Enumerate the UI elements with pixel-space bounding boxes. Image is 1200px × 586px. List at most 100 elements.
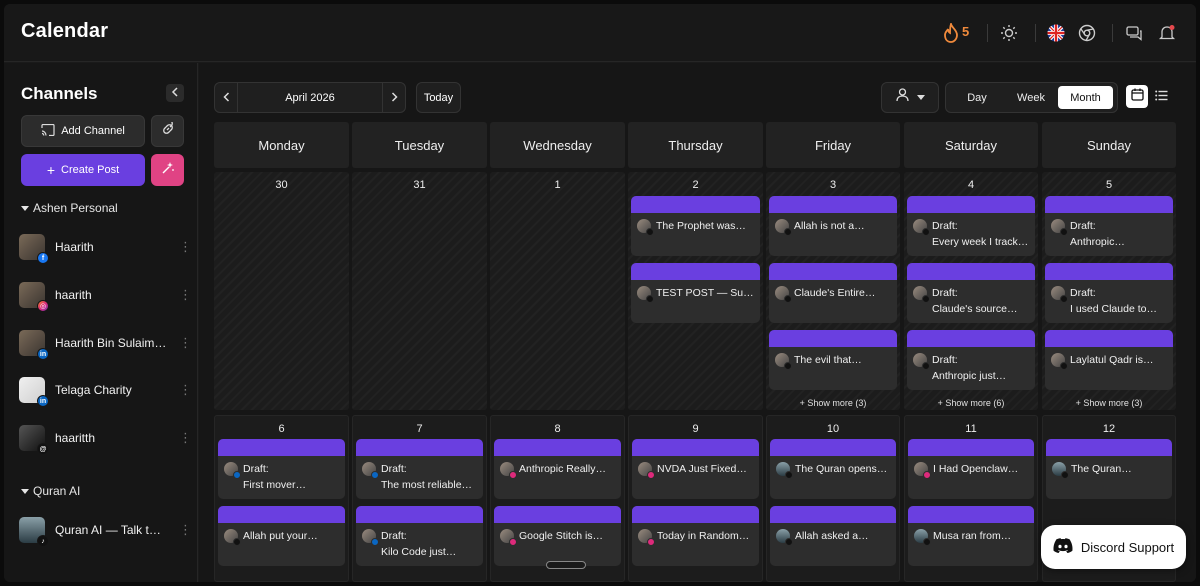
day-cell[interactable]: 6 Draft: First mover… Allah put your… — [214, 415, 349, 582]
post-card[interactable]: Draft: I used Claude to… — [1045, 263, 1173, 323]
list-view-button[interactable] — [1150, 85, 1172, 108]
bell-icon[interactable] — [1156, 22, 1178, 44]
day-cell[interactable]: 11 I Had Openclaw… Musa ran from… — [904, 415, 1038, 582]
post-card[interactable]: Draft: Every week I track… — [907, 196, 1035, 256]
post-card[interactable]: Allah is not a… — [769, 196, 897, 256]
channel-item[interactable]: ◎ haarith ⋮ — [19, 280, 192, 312]
calendar-view-button[interactable] — [1126, 85, 1148, 108]
post-card[interactable]: Draft: The most reliable… — [356, 439, 483, 499]
avatar — [1051, 219, 1068, 236]
view-month-button[interactable]: Month — [1058, 86, 1113, 109]
current-month-label: April 2026 — [237, 83, 383, 112]
post-card[interactable]: Google Stitch is… — [494, 506, 621, 566]
post-card[interactable]: Draft: Anthropic… — [1045, 196, 1173, 256]
more-vertical-icon[interactable]: ⋮ — [179, 240, 192, 253]
day-cell[interactable]: 3 Allah is not a… Claude's Entire… The e… — [766, 172, 900, 410]
weekday-header: Saturday — [904, 122, 1038, 168]
channel-item[interactable]: in Haarith Bin Sulaiman ⋮ — [19, 328, 192, 360]
post-card[interactable]: NVDA Just Fixed… — [632, 439, 759, 499]
show-more-link[interactable]: + Show more (3) — [1042, 398, 1176, 408]
instagram-icon — [509, 471, 517, 479]
post-card[interactable]: Draft: Anthropic just… — [907, 330, 1035, 390]
day-cell[interactable]: 8 Anthropic Really… Google Stitch is… — [490, 415, 625, 582]
create-post-button[interactable]: + Create Post — [21, 154, 145, 186]
post-card[interactable]: TEST POST — Sura… — [631, 263, 760, 323]
chevron-left-icon — [171, 84, 179, 102]
caret-down-icon — [21, 488, 29, 494]
next-month-button[interactable] — [383, 83, 405, 112]
channel-name: Haarith Bin Sulaiman — [55, 336, 167, 350]
channel-item[interactable]: in Telaga Charity ⋮ — [19, 375, 192, 407]
post-status-bar — [770, 506, 896, 523]
more-vertical-icon[interactable]: ⋮ — [179, 336, 192, 349]
day-cell[interactable]: 31 — [352, 172, 487, 410]
tiktok-icon — [233, 538, 241, 546]
scroll-handle[interactable] — [546, 561, 586, 569]
post-card[interactable]: Allah asked a… — [770, 506, 896, 566]
uk-flag-icon[interactable] — [1045, 22, 1067, 44]
post-card[interactable]: Anthropic Really… — [494, 439, 621, 499]
post-card[interactable]: Claude's Entire… — [769, 263, 897, 323]
chat-icon[interactable] — [1123, 22, 1145, 44]
day-cell[interactable]: 7 Draft: The most reliable… Draft: Kilo … — [352, 415, 487, 582]
channel-item[interactable]: f Haarith ⋮ — [19, 232, 192, 264]
group-toggle-quran-ai[interactable]: Quran AI — [21, 484, 80, 498]
post-status-bar — [1045, 263, 1173, 280]
discord-support-button[interactable]: Discord Support — [1041, 525, 1186, 569]
post-status-bar — [769, 263, 897, 280]
more-vertical-icon[interactable]: ⋮ — [179, 431, 192, 444]
post-card[interactable]: The Prophet was… — [631, 196, 760, 256]
sparkle-icon — [161, 161, 175, 180]
avatar — [914, 529, 931, 546]
post-card[interactable]: The Quran… — [1046, 439, 1172, 499]
channel-item[interactable]: ♪ Quran AI — Talk to the Quran ⋮ — [19, 515, 192, 547]
chrome-icon[interactable] — [1076, 22, 1098, 44]
tiktok-icon — [784, 295, 792, 303]
show-more-link[interactable]: + Show more (6) — [904, 398, 1038, 408]
link-button[interactable] — [151, 115, 184, 147]
customer-selector[interactable] — [881, 82, 939, 113]
post-card[interactable]: Draft: Kilo Code just… — [356, 506, 483, 566]
ai-generate-button[interactable] — [151, 154, 184, 186]
add-channel-button[interactable]: Add Channel — [21, 115, 145, 147]
post-card[interactable]: Allah put your… — [218, 506, 345, 566]
tiktok-icon — [922, 362, 930, 370]
post-title: Anthropic Really… — [519, 463, 606, 475]
day-cell[interactable]: 2 The Prophet was… TEST POST — Sura… — [628, 172, 763, 410]
view-week-button[interactable]: Week — [1004, 86, 1058, 109]
chevron-right-icon — [391, 89, 398, 107]
day-cell[interactable]: 30 — [214, 172, 349, 410]
view-day-button[interactable]: Day — [950, 86, 1004, 109]
post-card[interactable]: Today in Random… — [632, 506, 759, 566]
show-more-link[interactable]: + Show more (3) — [766, 398, 900, 408]
chevron-left-icon — [222, 89, 230, 107]
tiktok-icon — [923, 538, 931, 546]
channel-item[interactable]: @ haaritth ⋮ — [19, 423, 192, 455]
more-vertical-icon[interactable]: ⋮ — [179, 523, 192, 536]
post-card[interactable]: Draft: First mover… — [218, 439, 345, 499]
sun-icon[interactable] — [998, 22, 1020, 44]
post-card[interactable]: The evil that… — [769, 330, 897, 390]
post-card[interactable]: I Had Openclaw… — [908, 439, 1034, 499]
day-cell[interactable]: 1 — [490, 172, 625, 410]
day-cell[interactable]: 9 NVDA Just Fixed… Today in Random… — [628, 415, 763, 582]
avatar — [913, 286, 930, 303]
day-cell[interactable]: 5 Draft: Anthropic… Draft: I used Claude… — [1042, 172, 1176, 410]
post-card[interactable]: Musa ran from… — [908, 506, 1034, 566]
day-cell[interactable]: 4 Draft: Every week I track… Draft: Clau… — [904, 172, 1038, 410]
avatar — [500, 462, 517, 479]
flame-icon[interactable] — [940, 22, 962, 44]
more-vertical-icon[interactable]: ⋮ — [179, 288, 192, 301]
day-cell[interactable]: 10 The Quran opens… Allah asked a… — [766, 415, 900, 582]
group-toggle-ashen-personal[interactable]: Ashen Personal — [21, 201, 118, 215]
avatar — [637, 219, 654, 236]
post-card[interactable]: The Quran opens… — [770, 439, 896, 499]
post-status-bar — [770, 439, 896, 456]
post-card[interactable]: Draft: Claude's source… — [907, 263, 1035, 323]
prev-month-button[interactable] — [215, 83, 237, 112]
more-vertical-icon[interactable]: ⋮ — [179, 383, 192, 396]
post-status-bar — [907, 330, 1035, 347]
collapse-sidebar-button[interactable] — [166, 84, 184, 102]
post-card[interactable]: Laylatul Qadr is… — [1045, 330, 1173, 390]
today-button[interactable]: Today — [416, 82, 461, 113]
